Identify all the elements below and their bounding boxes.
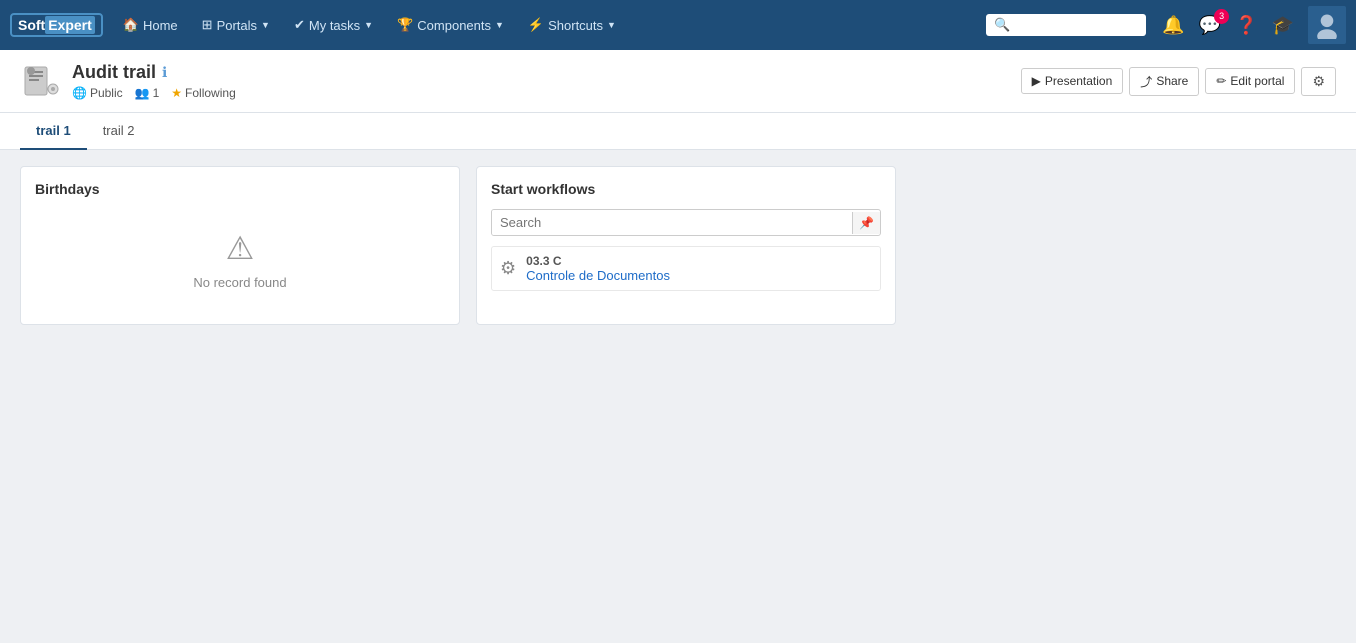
logo[interactable]: SoftExpert: [10, 13, 103, 37]
shortcuts-chevron-icon: ▼: [607, 20, 616, 30]
tab-trail1[interactable]: trail 1: [20, 113, 87, 150]
help-icon: ❓: [1235, 15, 1257, 35]
visibility-meta: 🌐 Public: [72, 86, 123, 100]
following-meta[interactable]: ★ Following: [171, 86, 235, 100]
top-navbar: SoftExpert 🏠 Home ⊞ Portals ▼ ✔ My tasks…: [0, 0, 1356, 50]
logo-expert-text: Expert: [45, 16, 95, 34]
followers-count: 1: [153, 86, 160, 100]
pencil-icon: ✏: [1216, 74, 1226, 88]
notification-badge: 3: [1214, 9, 1229, 24]
edit-portal-label: Edit portal: [1230, 74, 1284, 88]
page-title-text: Audit trail ℹ 🌐 Public 👥 1 ★ Following: [72, 62, 236, 100]
share-icon: ⤴: [1140, 73, 1152, 90]
nav-shortcuts-label: Shortcuts: [548, 18, 603, 33]
graduation-icon: 🎓: [1272, 15, 1294, 35]
nav-home[interactable]: 🏠 Home: [113, 11, 188, 39]
visibility-label: Public: [90, 86, 123, 100]
bell-icon: 🔔: [1162, 15, 1184, 35]
no-record-label: No record found: [193, 275, 286, 290]
portals-chevron-icon: ▼: [261, 20, 270, 30]
academy-button[interactable]: 🎓: [1268, 11, 1298, 40]
page-meta: 🌐 Public 👥 1 ★ Following: [72, 86, 236, 100]
workflow-item[interactable]: ⚙ 03.3 C Controle de Documentos: [491, 246, 881, 291]
search-input[interactable]: [1011, 18, 1141, 33]
shortcuts-icon: ⚡: [528, 17, 544, 33]
no-record-area: ⚠ No record found: [35, 209, 445, 310]
nav-portals[interactable]: ⊞ Portals ▼: [192, 11, 280, 39]
workflow-name: Controle de Documentos: [526, 268, 670, 283]
search-icon: 🔍: [994, 17, 1010, 33]
nav-mytasks-label: My tasks: [309, 18, 360, 33]
notification-bell-button[interactable]: 🔔: [1158, 11, 1188, 40]
birthdays-widget: Birthdays ⚠ No record found: [20, 166, 460, 325]
nav-components-label: Components: [417, 18, 491, 33]
gear-icon: ⚙: [1312, 73, 1325, 89]
nav-icons-group: 🔔 💬 3 ❓ 🎓: [1158, 6, 1346, 44]
start-workflows-title: Start workflows: [491, 181, 881, 197]
edit-portal-button[interactable]: ✏ Edit portal: [1205, 68, 1295, 94]
header-actions: ▶ Presentation ⤴ Share ✏ Edit portal ⚙: [1021, 67, 1336, 96]
nav-mytasks[interactable]: ✔ My tasks ▼: [284, 11, 383, 39]
components-chevron-icon: ▼: [495, 20, 504, 30]
audit-trail-icon: [20, 60, 62, 102]
followers-meta: 👥 1: [135, 86, 160, 100]
main-content: Birthdays ⚠ No record found Start workfl…: [0, 150, 1356, 341]
nav-shortcuts[interactable]: ⚡ Shortcuts ▼: [518, 11, 626, 39]
share-label: Share: [1156, 74, 1188, 88]
tab-trail2[interactable]: trail 2: [87, 113, 151, 150]
presentation-button[interactable]: ▶ Presentation: [1021, 68, 1124, 94]
birthdays-title: Birthdays: [35, 181, 445, 197]
page-title: Audit trail: [72, 62, 156, 83]
following-label: Following: [185, 86, 236, 100]
portals-icon: ⊞: [202, 17, 213, 33]
mytasks-chevron-icon: ▼: [364, 20, 373, 30]
settings-button[interactable]: ⚙: [1301, 67, 1336, 96]
share-button[interactable]: ⤴ Share: [1129, 67, 1199, 96]
home-icon: 🏠: [123, 17, 139, 33]
search-box[interactable]: 🔍: [986, 14, 1146, 36]
avatar-icon: [1313, 11, 1341, 39]
workflow-info: 03.3 C Controle de Documentos: [526, 254, 670, 283]
start-workflows-widget: Start workflows 📌 ⚙ 03.3 C Controle de D…: [476, 166, 896, 325]
mytasks-icon: ✔: [294, 17, 305, 33]
tabs-bar: trail 1 trail 2: [0, 113, 1356, 150]
nav-home-label: Home: [143, 18, 178, 33]
chat-button[interactable]: 💬 3: [1195, 11, 1225, 40]
help-button[interactable]: ❓: [1231, 11, 1261, 40]
presentation-icon: ▶: [1032, 74, 1041, 88]
globe-icon: 🌐: [72, 86, 87, 100]
components-icon: 🏆: [397, 17, 413, 33]
nav-components[interactable]: 🏆 Components ▼: [387, 11, 514, 39]
pin-icon[interactable]: 📌: [852, 212, 880, 234]
workflow-search-input[interactable]: [492, 210, 852, 235]
followers-icon: 👥: [135, 86, 150, 100]
page-title-row: Audit trail ℹ: [72, 62, 236, 83]
presentation-label: Presentation: [1045, 74, 1112, 88]
page-title-area: Audit trail ℹ 🌐 Public 👥 1 ★ Following: [20, 60, 236, 102]
workflow-gear-icon: ⚙: [500, 258, 516, 279]
logo-soft-text: Soft: [18, 17, 45, 33]
workflow-search-wrap[interactable]: 📌: [491, 209, 881, 236]
star-icon: ★: [171, 86, 182, 100]
page-header: Audit trail ℹ 🌐 Public 👥 1 ★ Following: [0, 50, 1356, 113]
info-icon[interactable]: ℹ: [162, 64, 167, 81]
warning-icon: ⚠: [226, 229, 255, 267]
user-avatar-button[interactable]: [1308, 6, 1346, 44]
workflow-code: 03.3 C: [526, 254, 670, 268]
nav-portals-label: Portals: [217, 18, 257, 33]
